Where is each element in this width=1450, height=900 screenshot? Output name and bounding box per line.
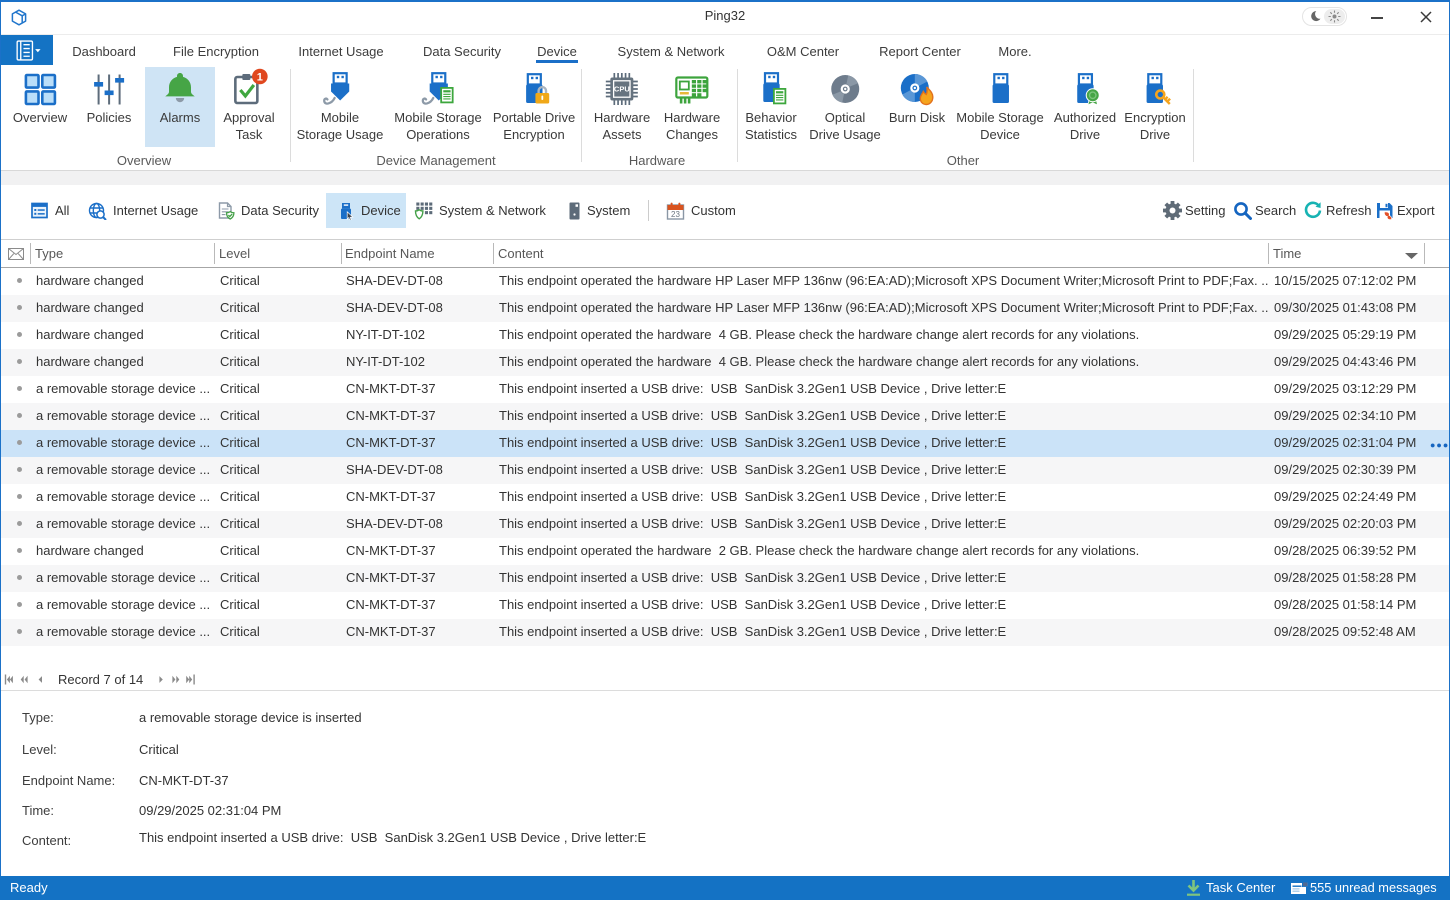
svg-text:23: 23 [671,210,680,219]
svg-text:CPU: CPU [614,85,630,94]
svg-text:1: 1 [256,71,262,83]
